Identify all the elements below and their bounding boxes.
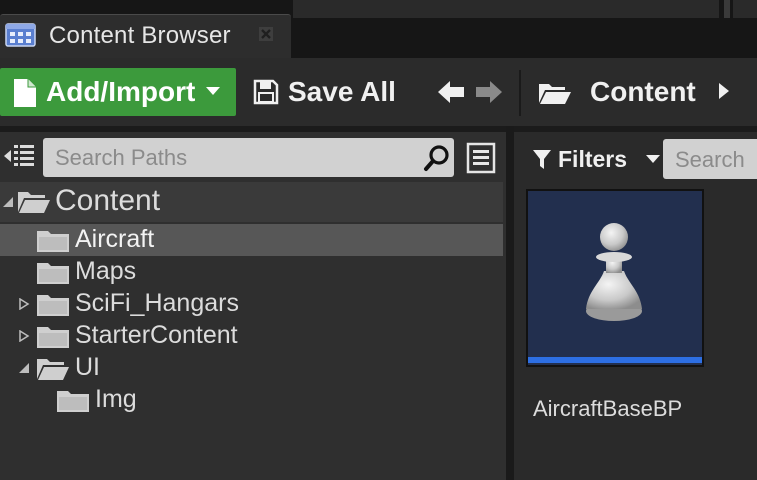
title-bar-divider — [724, 0, 730, 18]
search-assets-box — [663, 139, 757, 179]
filter-icon — [533, 150, 551, 169]
asset-view-panel: Filters Search AircraftBaseBP — [514, 132, 757, 480]
breadcrumb-label: Content — [590, 76, 696, 107]
save-icon — [253, 79, 279, 105]
filters-button[interactable]: Filters — [532, 146, 660, 176]
sources-panel: Content Aircraft Maps SciFi_Hangars — [0, 132, 506, 480]
search-assets-input[interactable] — [673, 144, 757, 176]
breadcrumb-content[interactable]: Content — [530, 68, 706, 116]
tree-item-content[interactable]: Content — [0, 182, 503, 222]
chevron-down-icon — [646, 155, 660, 163]
tree-item-label: SciFi_Hangars — [75, 289, 239, 317]
tree-item-label: UI — [75, 353, 100, 381]
asset-name: AircraftBaseBP — [533, 396, 683, 421]
save-all-button[interactable]: Save All — [246, 68, 406, 116]
forward-arrow-icon[interactable] — [472, 76, 506, 108]
collapsed-arrow-icon[interactable] — [18, 298, 30, 310]
save-all-label: Save All — [288, 76, 396, 107]
toolbar-divider — [519, 70, 521, 116]
tree-item-starter-content[interactable]: StarterContent — [0, 320, 503, 352]
title-bar-fill-right — [733, 0, 757, 18]
search-paths-input[interactable] — [53, 142, 417, 174]
collapsed-arrow-icon[interactable] — [18, 330, 30, 342]
tree-item-ui[interactable]: UI — [0, 352, 503, 384]
tree-item-label: Maps — [75, 257, 137, 285]
chevron-down-icon — [206, 87, 220, 95]
content-browser-icon — [5, 23, 36, 47]
folder-icon — [57, 391, 89, 412]
folder-icon — [37, 295, 69, 316]
back-arrow-icon[interactable] — [434, 76, 468, 108]
search-icon[interactable] — [423, 144, 451, 172]
asset-type-bar — [528, 357, 702, 363]
tab-bar: Content Browser — [0, 0, 757, 59]
tree-item-label: Content — [55, 184, 161, 217]
search-paths-box — [43, 138, 454, 177]
add-import-label: Add/Import — [46, 76, 196, 107]
chevron-right-icon[interactable] — [717, 82, 731, 100]
add-import-button[interactable]: Add/Import — [0, 68, 236, 116]
tree-item-maps[interactable]: Maps — [0, 256, 503, 288]
folder-open-icon — [18, 192, 50, 213]
folder-icon — [37, 231, 69, 252]
folder-open-icon — [37, 359, 69, 380]
tree-item-label: StarterContent — [75, 321, 238, 349]
title-bar-fill — [293, 0, 719, 18]
close-icon[interactable] — [258, 26, 274, 42]
toolbar: Add/Import Save All Content — [0, 58, 757, 126]
tree-item-scifi-hangars[interactable]: SciFi_Hangars — [0, 288, 503, 320]
asset-tile[interactable] — [528, 191, 702, 367]
filters-label: Filters — [558, 146, 628, 172]
tab-title: Content Browser — [49, 22, 231, 49]
panel-splitter[interactable] — [506, 126, 514, 480]
tree-item-img[interactable]: Img — [0, 384, 503, 416]
tree-item-aircraft[interactable]: Aircraft — [0, 224, 503, 256]
tree-item-label: Img — [95, 385, 137, 413]
folder-open-icon — [539, 84, 571, 104]
folder-icon — [37, 327, 69, 348]
tab-content-browser[interactable]: Content Browser — [0, 14, 291, 59]
new-file-icon — [14, 79, 36, 107]
expanded-arrow-icon[interactable] — [18, 362, 30, 374]
expanded-arrow-icon[interactable] — [2, 196, 14, 208]
asset-thumbnail — [528, 191, 702, 365]
folder-icon — [37, 263, 69, 284]
collapse-sources-icon[interactable] — [2, 142, 36, 170]
tree-item-label: Aircraft — [75, 225, 155, 253]
pawn-icon — [586, 223, 642, 321]
view-options-icon[interactable] — [466, 142, 496, 174]
